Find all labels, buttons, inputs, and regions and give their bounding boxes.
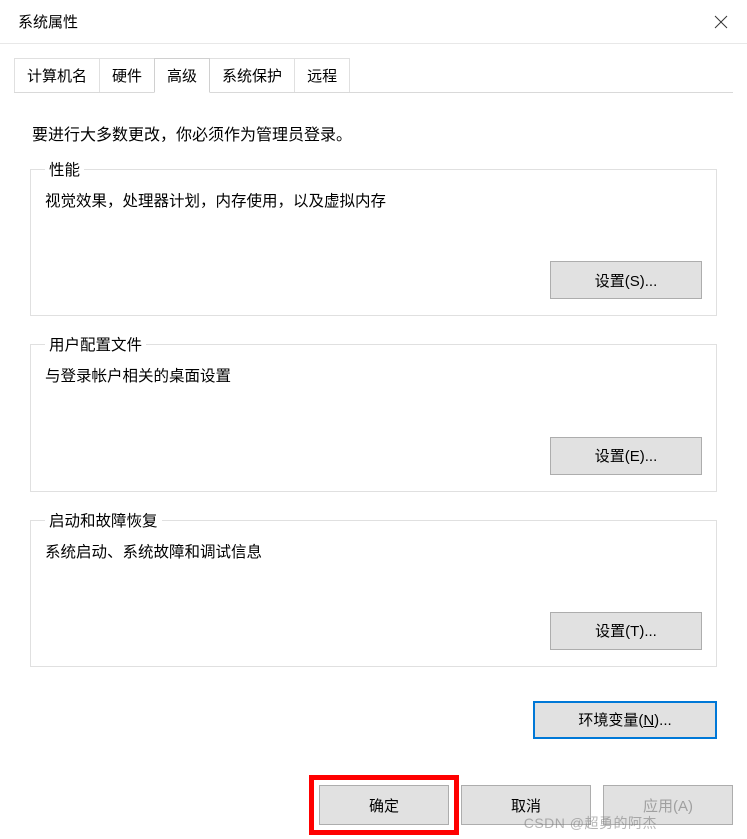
apply-button[interactable]: 应用(A) xyxy=(603,785,733,825)
button-label: 取消 xyxy=(511,798,541,815)
button-label-suffix: )... xyxy=(654,712,672,729)
tab-advanced[interactable]: 高级 xyxy=(154,58,210,93)
group-startup-actions: 设置(T)... xyxy=(45,612,702,650)
group-profiles-legend: 用户配置文件 xyxy=(45,333,146,355)
button-label: 设置(E)... xyxy=(595,448,658,465)
dialog-buttons: 确定 取消 应用(A) xyxy=(319,785,733,825)
titlebar: 系统属性 xyxy=(0,0,747,44)
tabs-container: 计算机名 硬件 高级 系统保护 远程 xyxy=(0,44,747,93)
mnemonic: N xyxy=(643,712,654,729)
tab-hardware[interactable]: 硬件 xyxy=(99,58,155,93)
performance-settings-button[interactable]: 设置(S)... xyxy=(550,261,702,299)
startup-settings-button[interactable]: 设置(T)... xyxy=(550,612,702,650)
button-label: 应用(A) xyxy=(643,798,693,815)
button-label: 确定 xyxy=(369,798,399,815)
group-startup-desc: 系统启动、系统故障和调试信息 xyxy=(45,541,702,564)
tab-underline xyxy=(14,92,733,93)
group-performance-desc: 视觉效果，处理器计划，内存使用，以及虚拟内存 xyxy=(45,190,702,213)
group-profiles: 用户配置文件 与登录帐户相关的桌面设置 设置(E)... xyxy=(30,344,717,491)
close-icon xyxy=(714,15,728,29)
group-performance-actions: 设置(S)... xyxy=(45,261,702,299)
group-performance: 性能 视觉效果，处理器计划，内存使用，以及虚拟内存 设置(S)... xyxy=(30,169,717,316)
tab-remote[interactable]: 远程 xyxy=(294,58,350,93)
admin-note: 要进行大多数更改，你必须作为管理员登录。 xyxy=(32,121,717,145)
tab-content: 要进行大多数更改，你必须作为管理员登录。 性能 视觉效果，处理器计划，内存使用，… xyxy=(0,93,747,705)
group-startup: 启动和故障恢复 系统启动、系统故障和调试信息 设置(T)... xyxy=(30,520,717,667)
environment-variables-button[interactable]: 环境变量(N)... xyxy=(533,701,717,739)
group-startup-legend: 启动和故障恢复 xyxy=(45,509,162,531)
cancel-button[interactable]: 取消 xyxy=(461,785,591,825)
tab-computer-name[interactable]: 计算机名 xyxy=(14,58,100,93)
group-profiles-desc: 与登录帐户相关的桌面设置 xyxy=(45,365,702,388)
group-performance-legend: 性能 xyxy=(45,158,84,180)
tab-system-protection[interactable]: 系统保护 xyxy=(209,58,295,93)
tabs: 计算机名 硬件 高级 系统保护 远程 xyxy=(14,58,733,93)
button-label-prefix: 环境变量( xyxy=(578,712,643,729)
profiles-settings-button[interactable]: 设置(E)... xyxy=(550,437,702,475)
window-title: 系统属性 xyxy=(18,11,78,32)
group-profiles-actions: 设置(E)... xyxy=(45,437,702,475)
close-button[interactable] xyxy=(709,10,733,34)
env-row: 环境变量(N)... xyxy=(0,701,747,739)
ok-button[interactable]: 确定 xyxy=(319,785,449,825)
button-label: 设置(T)... xyxy=(595,623,657,640)
button-label: 设置(S)... xyxy=(595,273,658,290)
